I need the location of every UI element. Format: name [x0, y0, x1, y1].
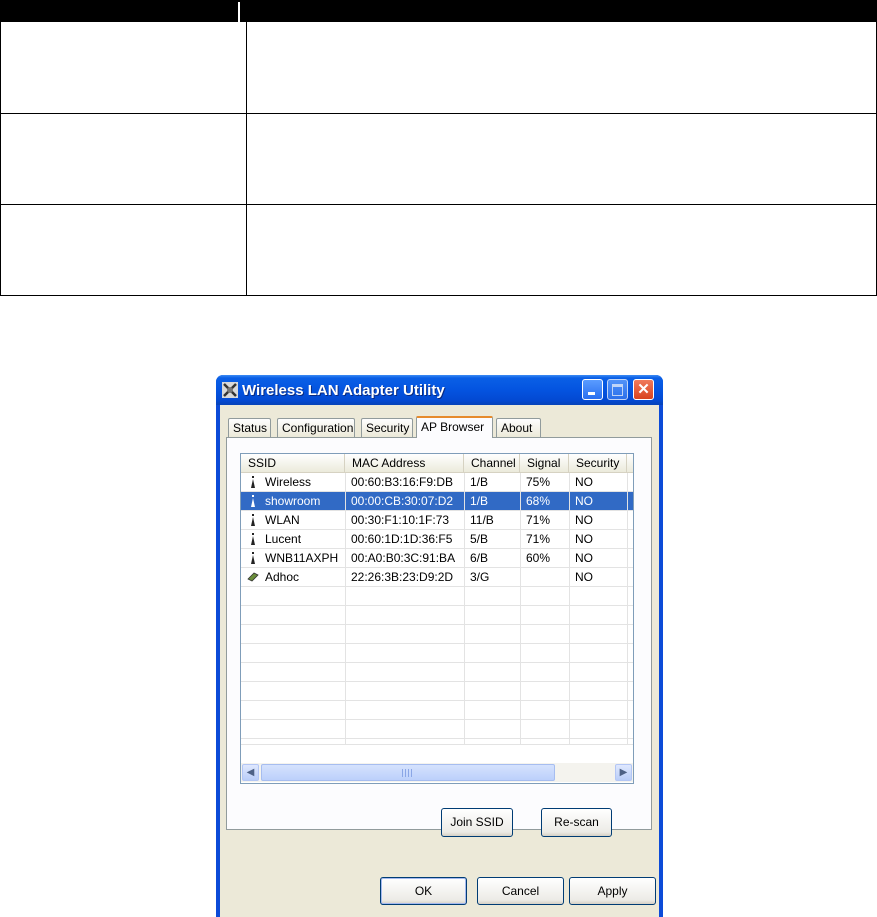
list-empty-row — [241, 720, 633, 739]
list-cell-signal: 71% — [526, 513, 551, 527]
list-cell-ssid: Lucent — [265, 532, 302, 546]
document-table-row — [0, 205, 877, 296]
column-divider — [627, 473, 628, 745]
chevron-left-icon: ◀ — [246, 767, 255, 778]
list-cell-mac: 00:60:1D:1D:36:F5 — [351, 532, 453, 546]
list-cell-channel: 5/B — [470, 532, 489, 546]
list-cell-security: NO — [575, 551, 593, 565]
ap-list[interactable]: SSID MAC Address Channel Signal Security… — [240, 453, 634, 784]
list-cell-ssid: WNB11AXPH — [265, 551, 339, 565]
list-empty-row — [241, 625, 633, 644]
list-empty-row — [241, 701, 633, 720]
tab-ap-browser[interactable]: AP Browser — [416, 416, 493, 438]
chevron-right-icon: ▶ — [619, 767, 628, 778]
list-cell-mac: 00:00:CB:30:07:D2 — [351, 494, 454, 508]
close-button[interactable]: ✕ — [633, 379, 654, 400]
list-cell-security: NO — [575, 475, 593, 489]
access-point-icon — [251, 476, 255, 488]
tab-about[interactable]: About — [496, 418, 541, 437]
list-cell-security: NO — [575, 570, 593, 584]
tab-label: Status — [233, 421, 268, 435]
ok-button[interactable]: OK — [380, 877, 467, 905]
list-cell-ssid: showroom — [265, 494, 321, 508]
list-cell-security: NO — [575, 494, 593, 508]
join-ssid-button[interactable]: Join SSID — [441, 808, 513, 837]
window-title: Wireless LAN Adapter Utility — [242, 382, 445, 399]
window-client-area: Status Configuration Security AP Browser… — [220, 405, 659, 917]
tab-label: Configuration — [282, 421, 354, 435]
list-body: Wireless 00:60:B3:16:F9:DB 1/B 75% NO showroo… — [241, 473, 633, 745]
list-cell-channel: 1/B — [470, 475, 489, 489]
access-point-icon — [251, 514, 255, 526]
list-empty-row — [241, 682, 633, 701]
column-divider — [569, 473, 570, 745]
column-divider — [520, 473, 521, 745]
access-point-icon — [251, 533, 255, 545]
list-cell-channel: 6/B — [470, 551, 489, 565]
scroll-right-button[interactable]: ▶ — [615, 764, 632, 781]
utility-window: Wireless LAN Adapter Utility ✕ Status Co… — [216, 375, 663, 917]
scroll-thumb[interactable] — [261, 764, 555, 781]
column-header-mac[interactable]: MAC Address — [345, 454, 464, 472]
minimize-button[interactable] — [582, 379, 603, 400]
column-header-security[interactable]: Security — [569, 454, 627, 472]
list-item[interactable]: showroom 00:00:CB:30:07:D2 1/B 68% NO — [241, 492, 633, 511]
horizontal-scrollbar[interactable]: ◀ ▶ — [241, 763, 633, 782]
tab-label: About — [501, 421, 533, 435]
list-cell-ssid: WLAN — [265, 513, 300, 527]
adhoc-icon — [247, 572, 259, 582]
list-empty-row — [241, 644, 633, 663]
list-cell-mac: 00:30:F1:10:1F:73 — [351, 513, 450, 527]
maximize-button[interactable] — [607, 379, 628, 400]
list-cell-mac: 00:A0:B0:3C:91:BA — [351, 551, 456, 565]
list-empty-row — [241, 663, 633, 682]
list-empty-row — [241, 587, 633, 606]
list-cell-ssid: Adhoc — [265, 570, 300, 584]
tab-security[interactable]: Security — [361, 418, 413, 437]
column-header-signal[interactable]: Signal — [520, 454, 569, 472]
list-item[interactable]: WLAN 00:30:F1:10:1F:73 11/B 71% NO — [241, 511, 633, 530]
list-item[interactable]: WNB11AXPH 00:A0:B0:3C:91:BA 6/B 60% NO — [241, 549, 633, 568]
access-point-icon — [251, 495, 255, 507]
tab-label: AP Browser — [421, 420, 485, 434]
list-item[interactable]: Lucent 00:60:1D:1D:36:F5 5/B 71% NO — [241, 530, 633, 549]
list-cell-security: NO — [575, 513, 593, 527]
document-table-row — [0, 114, 877, 205]
list-cell-channel: 3/G — [470, 570, 490, 584]
list-header: SSID MAC Address Channel Signal Security — [241, 454, 633, 473]
list-cell-ssid: Wireless — [265, 475, 312, 489]
list-cell-channel: 11/B — [470, 513, 494, 527]
scroll-left-button[interactable]: ◀ — [242, 764, 259, 781]
tab-configuration[interactable]: Configuration — [277, 418, 355, 437]
list-cell-channel: 1/B — [470, 494, 489, 508]
list-cell-mac: 00:60:B3:16:F9:DB — [351, 475, 454, 489]
list-empty-row — [241, 739, 633, 745]
document-table-row — [0, 22, 877, 114]
rescan-button[interactable]: Re-scan — [541, 808, 612, 837]
list-cell-signal: 68% — [526, 494, 551, 508]
list-item[interactable]: Wireless 00:60:B3:16:F9:DB 1/B 75% NO — [241, 473, 633, 492]
list-cell-signal: 71% — [526, 532, 551, 546]
close-icon: ✕ — [637, 381, 650, 398]
list-cell-signal: 75% — [526, 475, 551, 489]
list-cell-security: NO — [575, 532, 593, 546]
document-table — [0, 0, 877, 296]
apply-button[interactable]: Apply — [569, 877, 656, 905]
cancel-button[interactable]: Cancel — [477, 877, 564, 905]
column-divider — [464, 473, 465, 745]
list-empty-row — [241, 606, 633, 625]
list-cell-signal: 60% — [526, 551, 551, 565]
grip-icon — [402, 769, 412, 777]
column-header-ssid[interactable]: SSID — [241, 454, 345, 472]
title-bar[interactable]: Wireless LAN Adapter Utility ✕ — [216, 375, 663, 405]
column-divider — [345, 473, 346, 745]
tab-status[interactable]: Status — [228, 418, 271, 437]
column-header-channel[interactable]: Channel — [464, 454, 520, 472]
access-point-icon — [251, 552, 255, 564]
tab-label: Security — [366, 421, 410, 435]
list-cell-mac: 22:26:3B:23:D9:2D — [351, 570, 454, 584]
app-icon — [222, 382, 238, 398]
document-table-header — [0, 0, 877, 22]
list-item[interactable]: Adhoc 22:26:3B:23:D9:2D 3/G NO — [241, 568, 633, 587]
